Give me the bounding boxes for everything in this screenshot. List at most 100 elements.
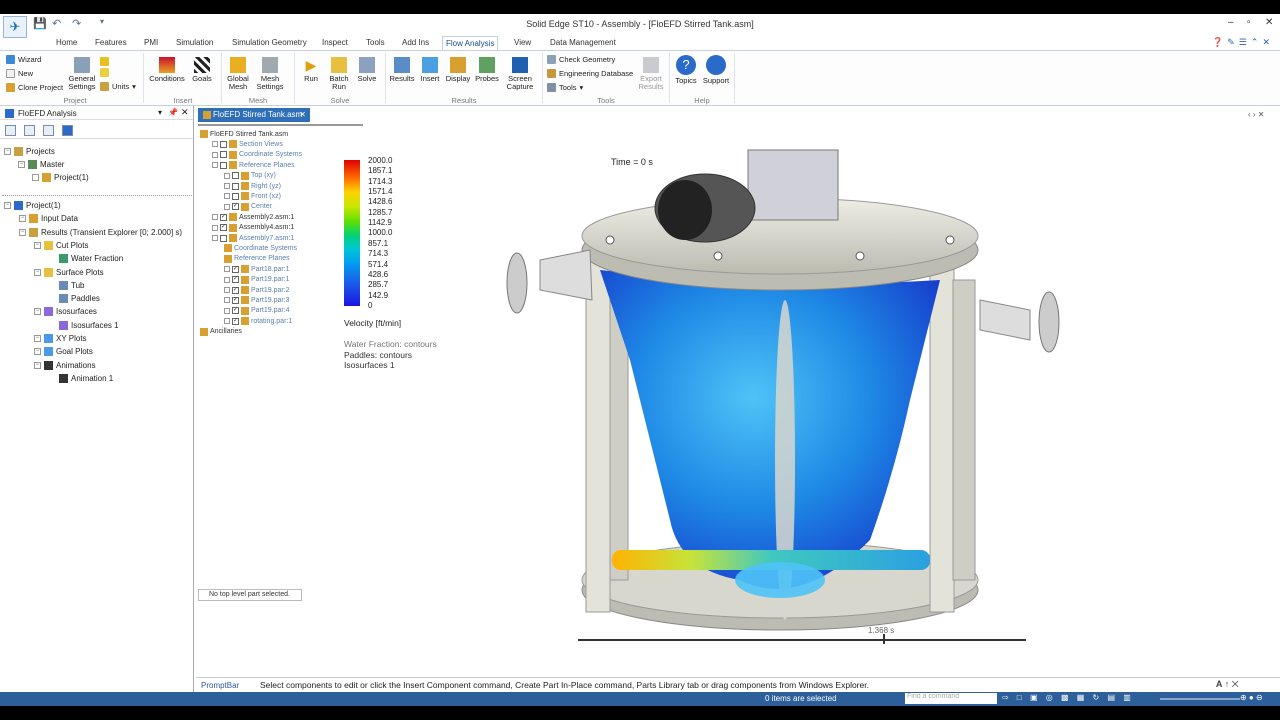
expand-toggle-icon[interactable]: −	[4, 148, 11, 155]
results-tree-item[interactable]: − Isosurfaces	[34, 307, 97, 317]
promptbar-label[interactable]: PromptBar	[201, 681, 239, 690]
visibility-checkbox[interactable]: ✓	[232, 307, 239, 315]
pathfinder-item[interactable]: ✓ rotating.par:1	[224, 317, 292, 326]
panel-close-icon[interactable]: ✕	[181, 107, 189, 118]
engineering-database-button[interactable]: Engineering Database	[547, 69, 633, 78]
results-tree-item[interactable]: − Surface Plots	[34, 267, 104, 277]
tab-inspect[interactable]: Inspect	[319, 36, 351, 50]
expand-toggle-icon[interactable]	[224, 266, 230, 273]
help-icon[interactable]: ❓	[1212, 37, 1223, 48]
results-tree-item[interactable]: − Input Data	[19, 214, 78, 224]
pathfinder-splitter[interactable]	[198, 124, 363, 128]
pathfinder-item[interactable]: ✓ Part19.par:1	[224, 275, 290, 284]
tab-view[interactable]: View	[511, 36, 534, 50]
pathfinder-item[interactable]: Ancillaries	[200, 327, 242, 336]
tab-nav-icons[interactable]: ‹ › ✕	[1248, 110, 1264, 119]
pathfinder-item[interactable]: ✓ Part18.par:1	[224, 265, 290, 274]
pathfinder-item[interactable]: ✓ Part19.par:2	[224, 286, 290, 294]
time-slider-track[interactable]	[578, 639, 1026, 641]
zoom-slider[interactable]	[1160, 698, 1240, 700]
visibility-checkbox[interactable]: ✓	[232, 286, 239, 294]
general-settings-button[interactable]: General Settings	[66, 57, 98, 91]
grid-view-icon[interactable]	[24, 125, 35, 136]
expand-toggle-icon[interactable]	[224, 203, 230, 210]
expand-toggle-icon[interactable]: −	[34, 348, 41, 356]
visibility-checkbox[interactable]: ✓	[232, 317, 239, 325]
view-controls[interactable]: ⇨ □ ▣ ◎ ▩ ▦ ↻ ▤ ▥	[1002, 693, 1134, 702]
chart-view-icon[interactable]	[43, 125, 54, 136]
visibility-checkbox[interactable]	[232, 182, 239, 190]
expand-toggle-icon[interactable]	[224, 276, 230, 283]
results-tree-item[interactable]: − XY Plots	[34, 334, 87, 343]
wizard-button[interactable]: Wizard	[6, 55, 41, 64]
expand-toggle-icon[interactable]	[224, 297, 230, 304]
batch-run-button[interactable]: Batch Run	[325, 57, 353, 91]
visibility-checkbox[interactable]	[232, 172, 239, 180]
results-tree-item[interactable]: Paddles	[49, 294, 100, 304]
tab-add-ins[interactable]: Add Ins	[399, 36, 432, 50]
list-icon[interactable]: ☰	[1239, 37, 1247, 48]
tab-pmi[interactable]: PMI	[141, 36, 161, 50]
pathfinder-item[interactable]: ✓ Assembly2.asm:1	[212, 213, 294, 222]
minimize-button[interactable]: –	[1228, 17, 1234, 28]
clone-project-button[interactable]: Clone Project	[6, 83, 63, 92]
pathfinder-item[interactable]: Section Views	[212, 140, 283, 149]
screen-capture-button[interactable]: Screen Capture	[503, 57, 537, 91]
expand-toggle-icon[interactable]: −	[34, 268, 41, 276]
pathfinder-item[interactable]: Reference Planes	[212, 161, 295, 170]
pin-icon[interactable]: 📌	[168, 108, 178, 117]
expand-toggle-icon[interactable]: −	[34, 241, 41, 249]
tab-simulation-geometry[interactable]: Simulation Geometry	[229, 36, 310, 50]
pathfinder-item[interactable]: Coordinate Systems	[212, 150, 302, 159]
pathfinder-item[interactable]: ✓ Part19.par:4	[224, 306, 290, 315]
visibility-checkbox[interactable]: ✓	[220, 213, 227, 221]
pathfinder-item[interactable]: Right (yz)	[224, 182, 281, 190]
pathfinder-item[interactable]: Assembly7.asm:1	[212, 234, 294, 242]
pathfinder-item[interactable]: ✓ Center	[224, 202, 272, 211]
results-button[interactable]: Results	[388, 57, 416, 83]
expand-toggle-icon[interactable]: −	[34, 308, 41, 316]
topics-button[interactable]: ? Topics	[674, 55, 698, 85]
pathfinder-item[interactable]: ✓ Assembly4.asm:1	[212, 223, 294, 232]
visibility-checkbox[interactable]	[220, 234, 227, 242]
tab-features[interactable]: Features	[92, 36, 130, 50]
project-tree-item[interactable]: − Projects	[4, 147, 55, 156]
visibility-checkbox[interactable]	[220, 151, 227, 159]
tab-tools[interactable]: Tools	[363, 36, 388, 50]
conditions-button[interactable]: Conditions	[147, 57, 187, 83]
mesh-settings-button[interactable]: Mesh Settings	[253, 57, 287, 91]
export-results-button[interactable]: Export Results	[637, 57, 665, 91]
expand-toggle-icon[interactable]: −	[34, 335, 41, 342]
prompt-icons[interactable]: 𝐀 ↑ ✕	[1216, 679, 1239, 690]
panel-menu-icon[interactable]: ▾	[158, 108, 162, 117]
expand-toggle-icon[interactable]: −	[34, 361, 41, 369]
expand-toggle-icon[interactable]	[212, 214, 218, 221]
check-geometry-button[interactable]: Check Geometry	[547, 55, 615, 64]
project-tree-item[interactable]: Project(1)	[32, 173, 89, 182]
results-tree-item[interactable]: Tub	[49, 280, 85, 290]
results-tree-item[interactable]: − Goal Plots	[34, 347, 93, 357]
visibility-checkbox[interactable]: ✓	[232, 276, 239, 284]
expand-toggle-icon[interactable]	[212, 141, 218, 148]
visibility-checkbox[interactable]	[220, 140, 227, 148]
pathfinder-item[interactable]: FloEFD Stirred Tank.asm	[200, 130, 288, 138]
tree-view-icon[interactable]	[5, 125, 16, 136]
new-button[interactable]: New	[6, 69, 33, 78]
expand-toggle-icon[interactable]	[224, 318, 230, 325]
zoom-icons[interactable]: ⊕ ● ⊖	[1240, 693, 1263, 702]
expand-toggle-icon[interactable]	[212, 235, 218, 241]
probes-button[interactable]: Probes	[473, 57, 501, 83]
expand-toggle-icon[interactable]	[212, 151, 218, 158]
results-tree-item[interactable]: − Results (Transient Explorer [0; 2.000] …	[19, 227, 182, 237]
goals-button[interactable]: Goals	[190, 57, 214, 83]
expand-toggle-icon[interactable]	[32, 174, 39, 181]
collapse-ribbon-icon[interactable]: ⌃	[1251, 37, 1259, 48]
toolbar-yellow-icon[interactable]	[100, 57, 109, 66]
units-button[interactable]: Units ▾	[100, 82, 136, 91]
pathfinder-item[interactable]: Front (xz)	[224, 192, 281, 201]
expand-toggle-icon[interactable]: −	[18, 161, 25, 168]
tab-home[interactable]: Home	[53, 36, 80, 50]
expand-toggle-icon[interactable]	[224, 183, 230, 189]
global-mesh-button[interactable]: Global Mesh	[224, 57, 252, 91]
visibility-checkbox[interactable]: ✓	[220, 224, 227, 232]
